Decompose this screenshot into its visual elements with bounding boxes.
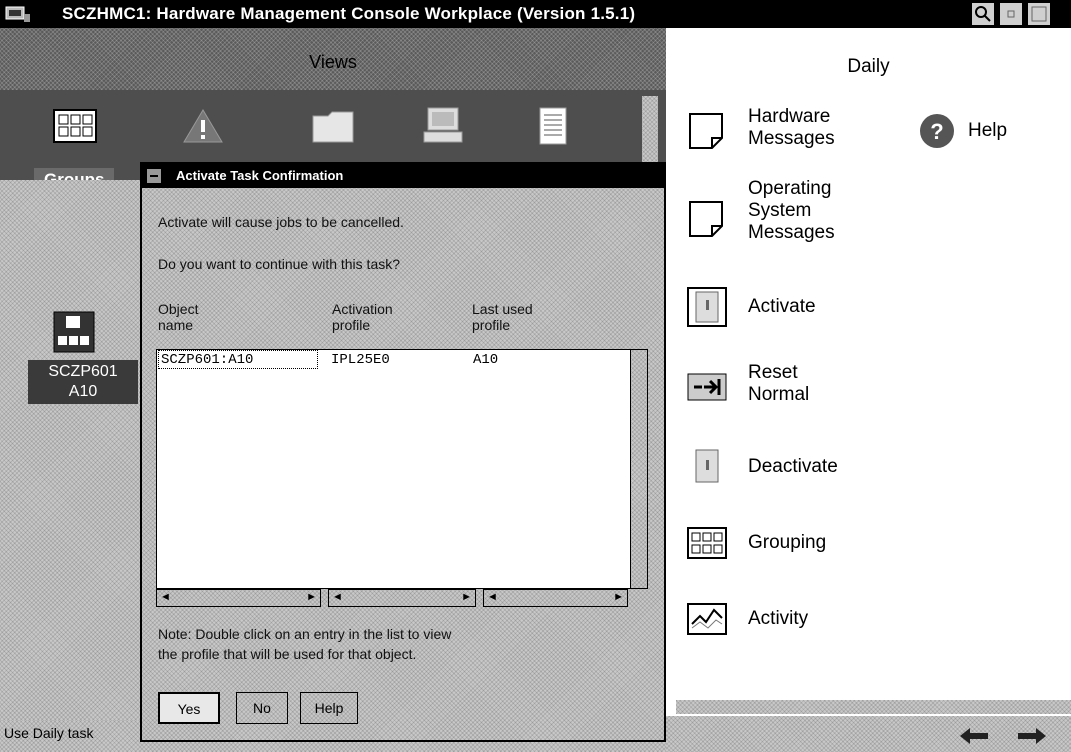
task-list-icon[interactable] (530, 106, 576, 146)
cell-object-name: SCZP601:A10 (161, 352, 254, 368)
dialog-title: Activate Task Confirmation (176, 168, 344, 183)
dialog-question: Do you want to continue with this task? (158, 256, 401, 272)
cpc-object-icon[interactable] (52, 310, 96, 354)
views-title: Views (309, 52, 357, 72)
scroll-left-icon[interactable]: ◄ (160, 591, 171, 603)
table-row[interactable]: SCZP601:A10 IPL25E0 A10 (157, 350, 647, 370)
svg-text:?: ? (930, 119, 943, 144)
daily-title: Daily (847, 56, 890, 77)
object-list[interactable]: SCZP601:A10 IPL25E0 A10 (156, 349, 648, 589)
maximize-icon[interactable] (1028, 3, 1050, 25)
task-label: Operating System Messages (748, 178, 835, 244)
task-label: Deactivate (748, 456, 838, 477)
help-label: Help (968, 120, 1008, 141)
column-header-object-name[interactable]: Object name (158, 301, 198, 333)
column-header-line: profile (332, 317, 371, 333)
task-label-line: Hardware (748, 106, 831, 127)
column-header-last-used-profile[interactable]: Last used profile (472, 301, 533, 333)
list-vertical-scrollbar[interactable] (630, 350, 647, 588)
console-icon[interactable] (4, 4, 32, 24)
note-line: the profile that will be used for that o… (158, 646, 417, 662)
grouping-icon (687, 527, 727, 559)
previous-arrow-icon[interactable] (956, 722, 994, 748)
column-scrollbars: ◄ ► ◄ ► ◄ ► (156, 589, 648, 609)
cell-last-used-profile: A10 (473, 352, 499, 368)
exceptions-icon[interactable] (180, 106, 226, 146)
no-button[interactable]: No (236, 692, 288, 724)
views-header: Views (0, 28, 666, 90)
groups-icon[interactable] (52, 106, 98, 146)
scroll-left-icon[interactable]: ◄ (487, 591, 498, 603)
views-scrollbar[interactable] (642, 96, 658, 172)
task-label: Hardware Messages (748, 106, 835, 150)
activity-icon (687, 603, 727, 635)
reset-icon (687, 373, 727, 401)
task-label: Reset Normal (748, 362, 809, 406)
activate-confirmation-dialog: Activate Task Confirmation Activate will… (140, 162, 666, 742)
task-label: Activity (748, 608, 809, 629)
column-header-line: Activation (332, 301, 393, 317)
scroll-right-icon[interactable]: ► (613, 591, 624, 603)
column-scrollbar-activation-profile[interactable]: ◄ ► (328, 589, 476, 607)
help-icon[interactable] (972, 3, 994, 25)
note-line: Note: Double click on an entry in the li… (158, 626, 452, 642)
next-arrow-icon[interactable] (1012, 722, 1050, 748)
task-label-line: Reset (748, 362, 798, 383)
messages-icon (689, 113, 723, 149)
column-header-activation-profile[interactable]: Activation profile (332, 301, 393, 333)
console-actions-icon[interactable] (420, 106, 466, 146)
column-scrollbar-object-name[interactable]: ◄ ► (156, 589, 321, 607)
dialog-message: Activate will cause jobs to be cancelled… (158, 214, 404, 230)
cpc-object-label[interactable]: SCZP601 A10 (28, 360, 138, 404)
task-label: Grouping (748, 532, 827, 553)
object-label-line2: A10 (68, 383, 98, 400)
daily-horizontal-scrollbar[interactable] (676, 700, 1071, 714)
scroll-right-icon[interactable]: ► (306, 591, 317, 603)
column-header-line: Last used (472, 301, 533, 317)
yes-button[interactable]: Yes (158, 692, 220, 724)
status-text: Use Daily task (4, 725, 94, 741)
column-scrollbar-last-used-profile[interactable]: ◄ ► (483, 589, 628, 607)
task-label-line: Messages (748, 222, 835, 243)
column-header-line: name (158, 317, 194, 333)
daily-navigation-bar (666, 716, 1071, 752)
task-label-line: Operating (748, 178, 832, 199)
column-header-line: profile (472, 317, 511, 333)
dialog-note: Note: Double click on an entry in the li… (158, 624, 451, 664)
task-label-line: System (748, 200, 812, 221)
task-label-line: Normal (748, 384, 810, 405)
messages-icon (689, 201, 723, 237)
deactivate-icon (695, 449, 719, 483)
minimize-icon[interactable] (1000, 3, 1022, 25)
object-label-line1: SCZP601 (48, 363, 118, 380)
cell-activation-profile: IPL25E0 (331, 352, 390, 368)
scroll-left-icon[interactable]: ◄ (332, 591, 343, 603)
activate-icon (687, 287, 727, 327)
task-label: Activate (748, 296, 816, 317)
active-tasks-icon[interactable] (310, 106, 356, 146)
dialog-title-bar: Activate Task Confirmation (142, 164, 664, 188)
task-label-line: Messages (748, 128, 835, 149)
window-title-bar: SCZHMC1: Hardware Management Console Wor… (0, 0, 1071, 28)
help-button[interactable]: Help (300, 692, 358, 724)
window-title: SCZHMC1: Hardware Management Console Wor… (62, 4, 636, 23)
column-header-line: Object (158, 301, 199, 317)
dialog-system-menu-icon[interactable] (147, 169, 161, 183)
help-icon: ? (920, 114, 954, 148)
daily-tasks-panel: Daily Hardware Messages ? Help Operating… (666, 28, 1071, 752)
scroll-right-icon[interactable]: ► (461, 591, 472, 603)
